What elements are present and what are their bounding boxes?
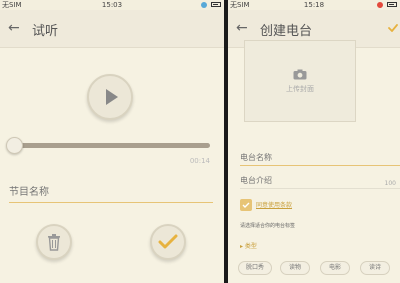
agree-checkbox[interactable] — [240, 199, 252, 211]
progress-thumb[interactable] — [6, 137, 23, 154]
save-check-icon[interactable] — [388, 24, 398, 32]
play-icon — [105, 89, 118, 105]
program-title-input[interactable] — [9, 183, 213, 203]
tag-item[interactable]: 读物 — [280, 261, 310, 275]
check-icon — [158, 234, 178, 249]
confirm-button[interactable] — [150, 224, 186, 260]
app-bar: ← 试听 — [0, 10, 224, 48]
battery-icon — [387, 2, 397, 7]
tag-item[interactable]: 读诗 — [360, 261, 390, 275]
checkmark-icon — [242, 202, 250, 208]
category-hint: 请选择适合你的电台标签 — [240, 223, 296, 229]
notification-icon — [377, 2, 383, 8]
radio-name-input[interactable] — [240, 150, 400, 166]
camera-icon — [293, 69, 307, 79]
status-bar: 无SIM 15:03 — [0, 0, 224, 10]
cover-upload-area[interactable]: 上传封面 — [244, 40, 356, 122]
page-title: 试听 — [32, 24, 59, 39]
back-arrow-icon[interactable]: ← — [236, 20, 248, 36]
duration-text: 00:14 — [189, 157, 210, 165]
status-icons — [377, 0, 397, 8]
cover-label: 上传封面 — [286, 84, 314, 93]
trash-icon — [48, 234, 60, 251]
create-radio-screen: 无SIM 15:18 ← 创建电台 上传封面 100 同意使用条款 请选择适合你… — [228, 0, 400, 283]
intro-char-count: 100 — [384, 180, 396, 187]
battery-icon — [211, 2, 221, 7]
status-icons — [201, 0, 221, 8]
page-title: 创建电台 — [260, 24, 313, 39]
play-button[interactable] — [87, 74, 133, 120]
status-bar: 无SIM 15:18 — [228, 0, 400, 10]
tag-item[interactable]: 脱口秀 — [238, 261, 272, 275]
radio-intro-input[interactable] — [240, 173, 400, 189]
preview-screen: 无SIM 15:03 ← 试听 00:14 — [0, 0, 224, 283]
category-toggle[interactable]: ▸ 类型 — [240, 241, 257, 250]
back-arrow-icon[interactable]: ← — [8, 20, 20, 36]
tag-item[interactable]: 电影 — [320, 261, 350, 275]
delete-button[interactable] — [36, 224, 72, 260]
progress-track[interactable] — [10, 143, 210, 148]
agree-terms-link[interactable]: 同意使用条款 — [256, 200, 292, 209]
status-time: 15:03 — [101, 1, 123, 9]
notification-icon — [201, 2, 207, 8]
status-time: 15:18 — [303, 1, 325, 9]
